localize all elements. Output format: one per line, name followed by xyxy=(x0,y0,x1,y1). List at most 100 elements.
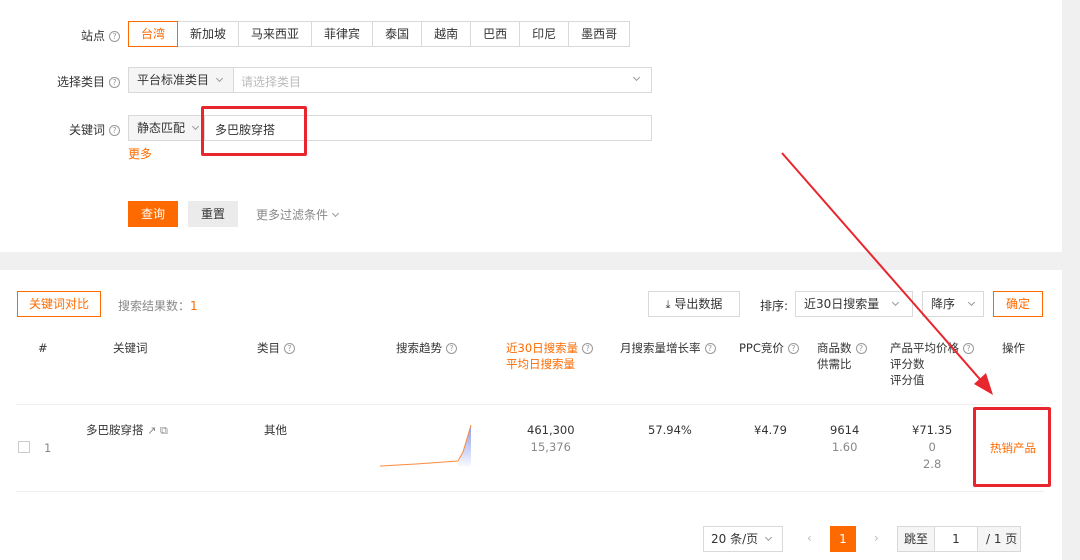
header-category: 类目? xyxy=(257,340,295,356)
row-keyword: 多巴胺穿搭 xyxy=(86,423,144,437)
export-button[interactable]: ⤓ 导出数据 xyxy=(648,291,740,317)
header-action: 操作 xyxy=(1002,341,1025,355)
divider xyxy=(16,404,1044,405)
site-button-indonesia[interactable]: 印尼 xyxy=(519,21,570,47)
header-price-label: 产品平均价格 xyxy=(890,341,959,355)
help-icon[interactable]: ? xyxy=(787,343,799,354)
site-label-wrap: 站点? xyxy=(60,27,120,44)
help-icon[interactable]: ? xyxy=(109,31,120,42)
category-placeholder: 请选择类目 xyxy=(241,75,302,89)
chevron-down-icon xyxy=(191,122,200,131)
download-icon: ⤓ xyxy=(665,298,671,311)
category-type-select[interactable]: 平台标准类目 xyxy=(129,68,234,92)
header-products: 商品数? 供需比 xyxy=(817,340,867,372)
row-search30: 461,300 xyxy=(527,423,575,437)
copy-icon[interactable]: ⧉ xyxy=(160,424,168,437)
help-icon[interactable]: ? xyxy=(446,343,457,354)
category-label-wrap: 选择类目? xyxy=(40,73,120,90)
header-price: 产品平均价格? 评分数 评分值 xyxy=(890,340,974,388)
row-category: 其他 xyxy=(264,423,287,437)
row-index: 1 xyxy=(44,441,52,455)
prev-page-icon[interactable]: ‹ xyxy=(807,531,812,545)
action-highlight-box xyxy=(973,407,1051,487)
filter-panel: 站点? 台湾 新加坡 马来西亚 菲律宾 泰国 越南 巴西 印尼 墨西哥 选择类目… xyxy=(0,0,1062,252)
more-filters-label: 更多过滤条件 xyxy=(256,208,329,222)
result-panel: 关键词对比 搜索结果数：1 ⤓ 导出数据 排序: 近30日搜索量 降序 确定 #… xyxy=(0,270,1062,560)
keyword-highlight-box xyxy=(201,106,307,156)
row-price-cell: ¥71.35 0 2.8 xyxy=(912,422,952,473)
row-supply-demand: 1.60 xyxy=(831,440,858,454)
sort-field-select[interactable]: 近30日搜索量 xyxy=(795,291,913,317)
row-rating-count: 0 xyxy=(928,440,936,454)
match-type-value: 静态匹配 xyxy=(137,121,186,135)
category-label: 选择类目 xyxy=(56,75,105,89)
row-avg-price: ¥71.35 xyxy=(912,423,953,437)
next-page-icon[interactable]: › xyxy=(874,531,879,545)
help-icon[interactable]: ? xyxy=(704,343,716,354)
trend-sparkline xyxy=(379,424,472,467)
export-label: 导出数据 xyxy=(674,297,723,311)
site-button-brazil[interactable]: 巴西 xyxy=(470,21,521,47)
site-button-vietnam[interactable]: 越南 xyxy=(421,21,472,47)
page-number-current[interactable]: 1 xyxy=(830,526,856,552)
help-icon[interactable]: ? xyxy=(284,343,295,354)
help-icon[interactable]: ? xyxy=(963,343,974,354)
row-checkbox[interactable] xyxy=(18,441,30,453)
divider xyxy=(16,491,1044,492)
chevron-down-icon xyxy=(215,74,224,83)
header-rating-value-label: 评分值 xyxy=(890,373,925,387)
help-icon[interactable]: ? xyxy=(109,77,120,88)
row-keyword-cell: 多巴胺穿搭 ↗ ⧉ xyxy=(86,422,168,439)
site-selector: 台湾 新加坡 马来西亚 菲律宾 泰国 越南 巴西 印尼 墨西哥 xyxy=(128,21,631,47)
help-icon[interactable]: ? xyxy=(582,343,594,354)
help-icon[interactable]: ? xyxy=(109,125,120,136)
site-button-singapore[interactable]: 新加坡 xyxy=(177,21,240,47)
category-select[interactable]: 平台标准类目 请选择类目 xyxy=(128,67,652,93)
row-search-cell: 461,300 15,376 xyxy=(527,422,575,456)
header-ppc-label: PPC竞价 xyxy=(739,341,784,355)
total-pages: / 1 页 xyxy=(986,532,1018,546)
match-type-select[interactable]: 静态匹配 xyxy=(129,116,205,140)
jump-input[interactable]: 1 xyxy=(934,526,978,552)
sort-order-select[interactable]: 降序 xyxy=(922,291,984,317)
site-button-malaysia[interactable]: 马来西亚 xyxy=(238,21,313,47)
result-count-value: 1 xyxy=(190,299,198,313)
header-ppc: PPC竞价? xyxy=(739,340,799,356)
keyword-label: 关键词 xyxy=(68,123,105,137)
more-filters-toggle[interactable]: 更多过滤条件 xyxy=(256,206,340,223)
confirm-button[interactable]: 确定 xyxy=(993,291,1043,317)
external-link-icon[interactable]: ↗ xyxy=(147,424,156,437)
header-trend: 搜索趋势? xyxy=(396,340,457,356)
keyword-compare-button[interactable]: 关键词对比 xyxy=(17,291,101,317)
header-avg-daily-label: 平均日搜索量 xyxy=(506,357,575,371)
site-button-mexico[interactable]: 墨西哥 xyxy=(568,21,631,47)
page-jump: 跳至 1 / 1 页 xyxy=(897,526,1021,552)
sort-order-value: 降序 xyxy=(931,297,956,311)
site-button-taiwan[interactable]: 台湾 xyxy=(128,21,179,47)
site-button-thailand[interactable]: 泰国 xyxy=(372,21,423,47)
header-keyword: 关键词 xyxy=(113,341,148,355)
site-label: 站点 xyxy=(80,29,105,43)
chevron-down-icon xyxy=(967,298,976,307)
sort-label: 排序: xyxy=(760,299,789,313)
header-supply-demand-label: 供需比 xyxy=(817,357,852,371)
row-rating-value: 2.8 xyxy=(922,457,942,471)
row-avg-daily: 15,376 xyxy=(530,440,571,454)
site-button-philippines[interactable]: 菲律宾 xyxy=(311,21,374,47)
header-category-label: 类目 xyxy=(257,341,280,355)
result-count: 搜索结果数：1 xyxy=(118,297,198,314)
keyword-label-wrap: 关键词? xyxy=(50,121,120,138)
row-products: 9614 xyxy=(830,423,860,437)
page-size-select[interactable]: 20 条/页 xyxy=(703,526,783,552)
category-type-value: 平台标准类目 xyxy=(137,73,210,87)
more-link[interactable]: 更多 xyxy=(128,145,152,162)
header-search30[interactable]: 近30日搜索量? 平均日搜索量 xyxy=(506,340,594,372)
row-ppc: ¥4.79 xyxy=(754,423,787,437)
jump-label: 跳至 xyxy=(904,532,929,546)
header-growth: 月搜索量增长率? xyxy=(620,340,716,356)
query-button[interactable]: 查询 xyxy=(128,201,178,227)
reset-button[interactable]: 重置 xyxy=(188,201,238,227)
header-rating-count-label: 评分数 xyxy=(890,357,925,371)
help-icon[interactable]: ? xyxy=(855,343,867,354)
page-size-value: 20 条/页 xyxy=(711,532,759,546)
